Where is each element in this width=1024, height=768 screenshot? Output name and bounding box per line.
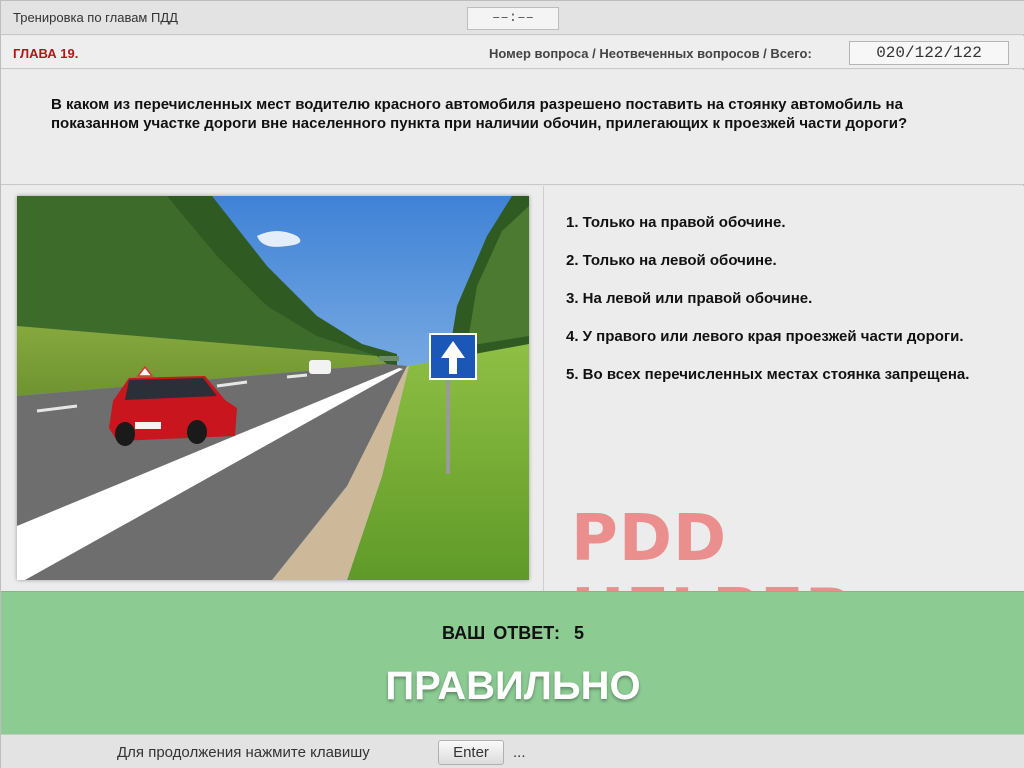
answer-option-4[interactable]: 4. У правого или левого края проезжей ча…	[566, 327, 996, 346]
continue-hint: Для продолжения нажмите клавишу	[117, 744, 370, 761]
timer: ––:––	[467, 7, 559, 30]
main-content: 1. Только на правой обочине. 2. Только н…	[1, 186, 1024, 650]
answer-option-5[interactable]: 5. Во всех перечисленных местах стоянка …	[566, 365, 996, 384]
continue-ellipsis: ...	[513, 744, 526, 761]
your-answer: ВАШ ОТВЕТ: 5	[1, 623, 1024, 644]
app-title: Тренировка по главам ПДД	[13, 10, 178, 25]
top-bar: Тренировка по главам ПДД ––:––	[1, 1, 1024, 35]
question-area: В каком из перечисленных мест водителю к…	[1, 70, 1024, 185]
footer-bar: Для продолжения нажмите клавишу Enter ..…	[1, 734, 1024, 768]
road-photo	[17, 196, 529, 580]
answer-option-2[interactable]: 2. Только на левой обочине.	[566, 251, 996, 270]
verdict-text: ПРАВИЛЬНО	[385, 664, 641, 708]
your-answer-value: 5	[573, 623, 584, 643]
app-window: Тренировка по главам ПДД ––:–– ГЛАВА 19.…	[0, 0, 1024, 768]
chapter-bar: ГЛАВА 19. Номер вопроса / Неотвеченных в…	[1, 36, 1024, 69]
your-answer-label: ВАШ ОТВЕТ:	[442, 623, 560, 643]
result-panel: ВАШ ОТВЕТ: 5 ПРАВИЛЬНО	[1, 591, 1024, 734]
question-counter-label: Номер вопроса / Неотвеченных вопросов / …	[489, 46, 812, 61]
chapter-title: ГЛАВА 19.	[13, 46, 79, 61]
answer-option-3[interactable]: 3. На левой или правой обочине.	[566, 289, 996, 308]
enter-key-button[interactable]: Enter	[438, 740, 504, 765]
question-text: В каком из перечисленных мест водителю к…	[51, 96, 908, 132]
answer-option-1[interactable]: 1. Только на правой обочине.	[566, 213, 996, 232]
question-counter: 020/122/122	[849, 41, 1009, 65]
image-panel	[1, 186, 544, 591]
answer-list: 1. Только на правой обочине. 2. Только н…	[566, 213, 996, 403]
